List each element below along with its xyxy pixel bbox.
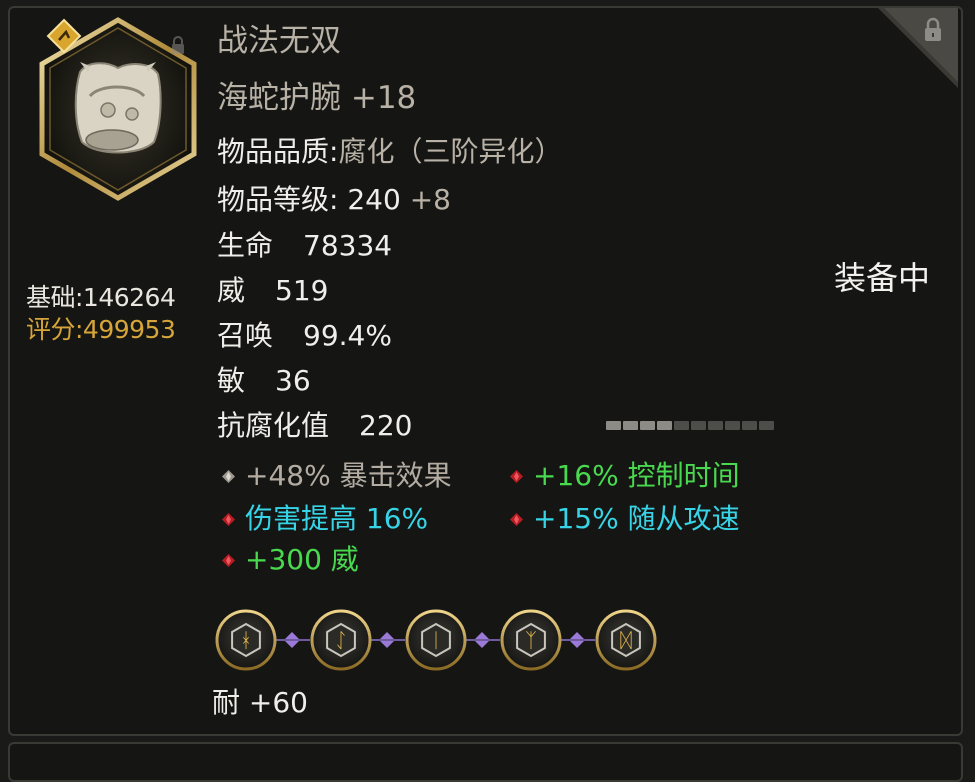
item-portrait-icon bbox=[39, 17, 197, 201]
affix-line: +15% 随从攻速 bbox=[510, 501, 740, 537]
corruption-bar-segment bbox=[759, 421, 774, 430]
item-name: 海蛇护腕 +18 bbox=[217, 80, 417, 116]
stat-label: 抗腐化值 bbox=[217, 409, 330, 442]
stat-row: 敏 36 bbox=[217, 361, 311, 401]
red-gem-icon bbox=[222, 512, 235, 526]
rune-socket-icon[interactable]: ᛉ bbox=[500, 609, 562, 671]
equipped-label: 装备中 bbox=[834, 259, 931, 297]
red-gem-icon bbox=[510, 469, 523, 483]
affix-text: +300 威 bbox=[245, 543, 359, 576]
red-gem-icon bbox=[222, 553, 235, 567]
level-row: 物品等级: 240 +8 bbox=[217, 180, 451, 220]
affix-line: +16% 控制时间 bbox=[510, 458, 740, 494]
corruption-bar-segment bbox=[691, 421, 706, 430]
stat-label: 敏 bbox=[217, 364, 246, 397]
stat-row: 威 519 bbox=[217, 271, 328, 311]
rune-glyph: ᛇ bbox=[335, 628, 347, 652]
corruption-bar-segment bbox=[606, 421, 621, 430]
stat-row: 生命 78334 bbox=[217, 226, 392, 266]
corruption-bar-segment bbox=[640, 421, 655, 430]
affix-line: +48% 暴击效果 bbox=[222, 458, 452, 494]
base-score: 基础:146264 bbox=[26, 283, 176, 312]
affix-text: 伤害提高 16% bbox=[245, 502, 429, 535]
corruption-bar-segment bbox=[674, 421, 689, 430]
corruption-bar-segment bbox=[725, 421, 740, 430]
level-value: 240 bbox=[347, 183, 401, 216]
quality-value: 腐化（三阶异化） bbox=[338, 135, 563, 168]
stat-row: 召唤 99.4% bbox=[217, 316, 392, 356]
lock-icon[interactable] bbox=[878, 8, 958, 88]
stat-row: 抗腐化值 220 bbox=[217, 406, 412, 446]
quality-label: 物品品质: bbox=[217, 135, 339, 168]
stat-value: 519 bbox=[275, 274, 329, 307]
affix-text: +16% 控制时间 bbox=[533, 459, 740, 492]
item-title: 战法无双 bbox=[217, 23, 341, 59]
rune-socket-icon[interactable]: ᛇ bbox=[310, 609, 372, 671]
rating-score: 评分:499953 bbox=[26, 315, 176, 344]
affix-line: 伤害提高 16% bbox=[222, 501, 428, 537]
level-label: 物品等级: bbox=[217, 183, 339, 216]
corruption-bar bbox=[606, 421, 774, 430]
durability-bonus: 耐 +60 bbox=[212, 686, 308, 719]
red-gem-icon bbox=[510, 512, 523, 526]
quality-row: 物品品质:腐化（三阶异化） bbox=[217, 132, 562, 172]
next-item-panel[interactable] bbox=[8, 742, 963, 782]
stat-label: 生命 bbox=[217, 229, 274, 262]
stat-label: 威 bbox=[217, 274, 246, 307]
affix-line: +300 威 bbox=[222, 542, 359, 578]
rune-glyph: ᛞ bbox=[620, 628, 632, 652]
stat-value: 78334 bbox=[303, 229, 393, 262]
affix-text: +48% 暴击效果 bbox=[245, 459, 452, 492]
corruption-bar-segment bbox=[742, 421, 757, 430]
rune-socket-icon[interactable]: ᚼ bbox=[215, 609, 277, 671]
stat-value: 220 bbox=[359, 409, 413, 442]
rune-socket-icon[interactable]: ᛞ bbox=[595, 609, 657, 671]
corruption-bar-segment bbox=[623, 421, 638, 430]
stat-value: 36 bbox=[275, 364, 311, 397]
corruption-bar-segment bbox=[657, 421, 672, 430]
rune-glyph: ᚼ bbox=[240, 628, 252, 652]
rune-glyph: ᛉ bbox=[525, 628, 537, 652]
white-gem-icon bbox=[222, 469, 235, 483]
affix-text: +15% 随从攻速 bbox=[533, 502, 740, 535]
stat-label: 召唤 bbox=[217, 319, 274, 352]
level-bonus: +8 bbox=[409, 183, 451, 216]
rune-sockets: ᚼᛇᛁᛉᛞ bbox=[215, 609, 657, 671]
corruption-bar-segment bbox=[708, 421, 723, 430]
stat-value: 99.4% bbox=[303, 319, 392, 352]
rune-socket-icon[interactable]: ᛁ bbox=[405, 609, 467, 671]
rune-glyph: ᛁ bbox=[430, 628, 442, 652]
